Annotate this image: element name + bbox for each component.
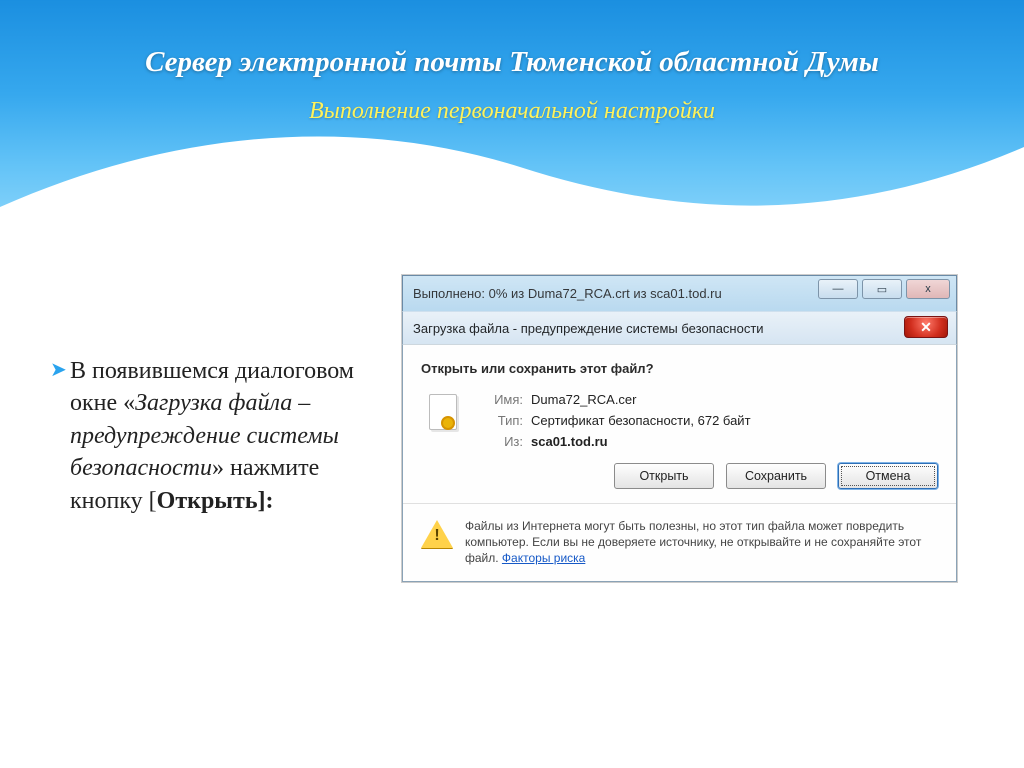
dialog-buttons: Открыть Сохранить Отмена [421, 463, 938, 489]
certificate-icon [421, 392, 465, 436]
slide-header: Сервер электронной почты Тюменской облас… [0, 0, 1024, 236]
bullet-marker-icon: ➤ [50, 357, 67, 384]
dialog-body: Открыть или сохранить этот файл? Имя: Du… [402, 345, 957, 582]
open-button[interactable]: Открыть [614, 463, 714, 489]
save-button[interactable]: Сохранить [726, 463, 826, 489]
label-from: Из: [479, 434, 523, 449]
close-icon: ✕ [920, 319, 932, 336]
slide-title: Сервер электронной почты Тюменской облас… [0, 46, 1024, 79]
bullet-open-bracket: [ [149, 488, 157, 514]
label-type: Тип: [479, 413, 523, 428]
warning-row: ! Файлы из Интернета могут быть полезны,… [421, 518, 938, 567]
value-from: sca01.tod.ru [531, 434, 751, 449]
value-name: Duma72_RCA.cer [531, 392, 751, 407]
risk-factors-link[interactable]: Факторы риска [502, 551, 585, 565]
wave-decoration [0, 117, 1024, 237]
warning-icon: ! [421, 518, 453, 550]
window-buttons: — ▭ x [818, 279, 950, 299]
warning-text: Файлы из Интернета могут быть полезны, н… [465, 518, 938, 567]
dialog-question: Открыть или сохранить этот файл? [421, 361, 938, 376]
maximize-button[interactable]: ▭ [862, 279, 902, 299]
instruction-bullet: ➤ В появившемся диалоговом окне «Загрузк… [70, 355, 370, 517]
bullet-bold-open: Открыть]: [157, 488, 274, 514]
separator [403, 503, 956, 504]
minimize-button[interactable]: — [818, 279, 858, 299]
cancel-button[interactable]: Отмена [838, 463, 938, 489]
file-meta: Имя: Duma72_RCA.cer Тип: Сертификат безо… [479, 392, 751, 449]
close-window-button[interactable]: x [906, 279, 950, 299]
label-name: Имя: [479, 392, 523, 407]
file-info-row: Имя: Duma72_RCA.cer Тип: Сертификат безо… [421, 392, 938, 449]
progress-window-titlebar: Выполнено: 0% из Duma72_RCA.crt из sca01… [402, 275, 957, 311]
dialog-titlebar: Загрузка файла - предупреждение системы … [402, 311, 957, 345]
dialog-close-button[interactable]: ✕ [904, 316, 948, 338]
progress-window-title: Выполнено: 0% из Duma72_RCA.crt из sca01… [413, 286, 722, 301]
value-type: Сертификат безопасности, 672 байт [531, 413, 751, 428]
dialog-title-text: Загрузка файла - предупреждение системы … [413, 321, 764, 336]
dialog-screenshot: Выполнено: 0% из Duma72_RCA.crt из sca01… [402, 275, 957, 582]
